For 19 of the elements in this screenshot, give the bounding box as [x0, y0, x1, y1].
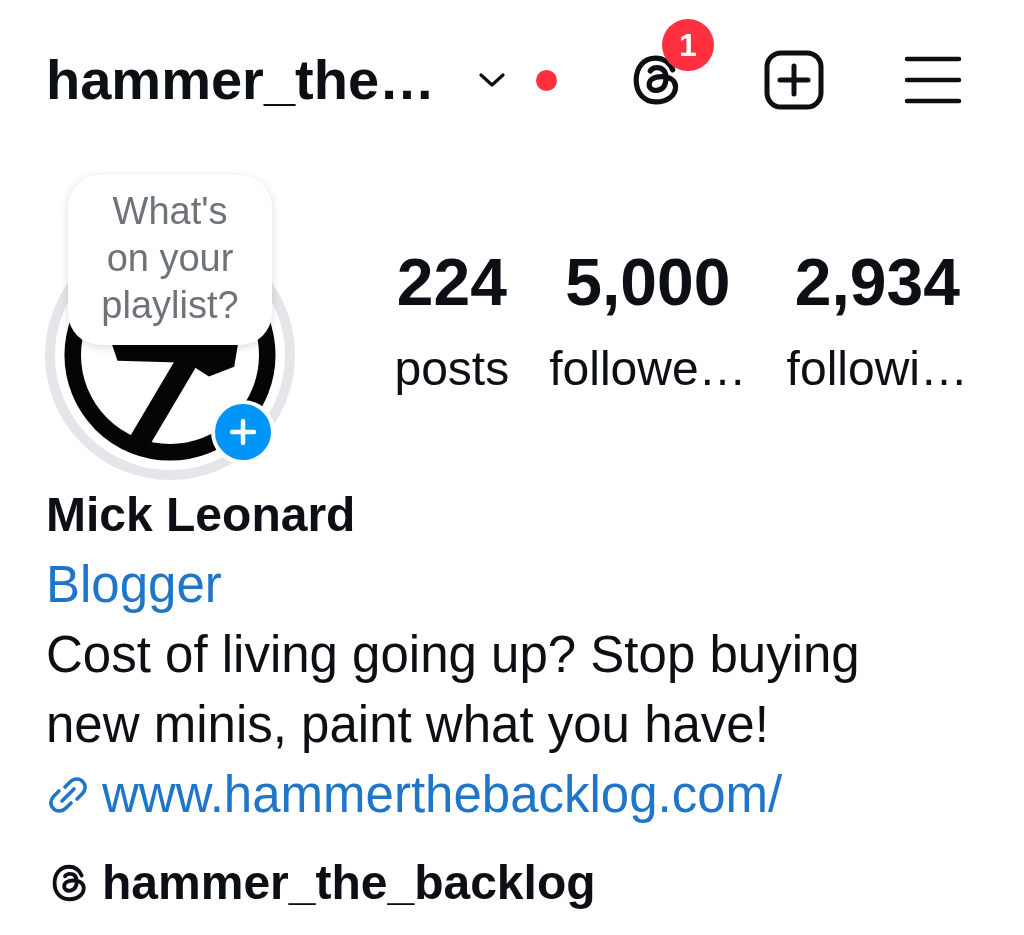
username-title[interactable]: hammer_the… — [46, 48, 436, 112]
category-label: Blogger — [46, 555, 223, 615]
bio-text: Cost of living going up? Stop buying new minis, paint what you have! — [46, 625, 861, 755]
note-bubble[interactable]: What's on your playlist? — [68, 175, 272, 345]
add-story-icon[interactable] — [211, 400, 275, 464]
menu-icon[interactable] — [904, 55, 962, 105]
website-link[interactable]: www.hammerthebacklog.com/ — [102, 760, 783, 830]
stat-label: followi… — [786, 341, 968, 397]
plus-square-icon[interactable] — [764, 50, 824, 110]
stat-count: 5,000 — [565, 244, 731, 320]
stat-label: followe… — [549, 341, 747, 397]
link-icon — [48, 775, 88, 815]
stat-count: 224 — [396, 244, 507, 320]
chevron-down-icon[interactable] — [479, 73, 506, 87]
stat-count: 2,934 — [794, 244, 960, 320]
notification-badge: 1 — [662, 19, 714, 71]
profile-name: Mick Leonard — [46, 487, 357, 543]
stat-label: posts — [394, 341, 510, 397]
handle-link[interactable]: hammer_the_backlog — [102, 848, 596, 918]
